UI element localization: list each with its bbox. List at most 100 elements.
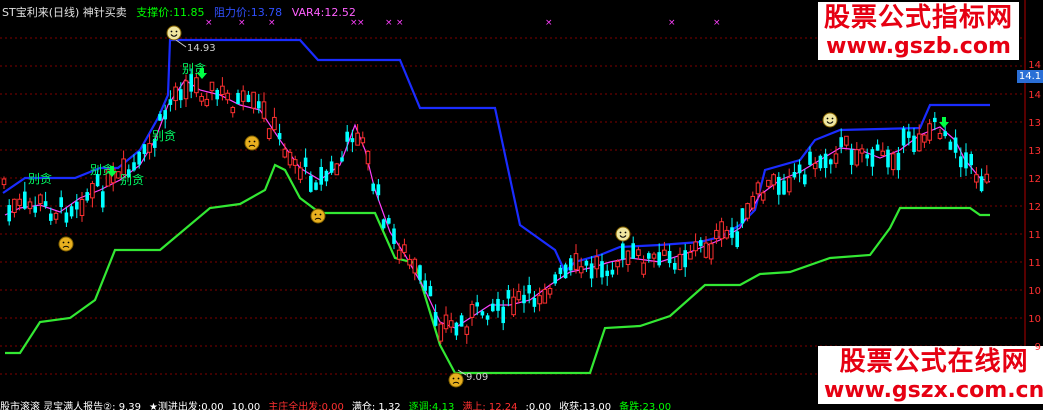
candle-body xyxy=(376,184,381,196)
sad-face-icon xyxy=(310,208,326,224)
candle-body xyxy=(225,92,230,101)
low-price-label: 9.09 xyxy=(466,372,488,383)
axis-tick: 11 xyxy=(1028,258,1041,269)
candle-body xyxy=(558,267,563,275)
candle-body xyxy=(90,183,95,199)
candle-body xyxy=(407,258,412,266)
candle-body xyxy=(823,153,828,168)
candle-body xyxy=(870,149,875,167)
candle-body xyxy=(984,173,990,183)
sad-face-icon xyxy=(58,236,74,252)
candle-body xyxy=(833,153,839,164)
candle-body xyxy=(901,128,906,146)
candle-body xyxy=(636,249,641,256)
footer-item: 股市滚滚 灵宝满人报告②: 9.39 xyxy=(0,402,141,410)
candle-body xyxy=(251,91,256,109)
candle-body xyxy=(448,320,454,328)
candle-body xyxy=(880,150,886,157)
candle-body xyxy=(246,94,251,102)
candle-body xyxy=(173,86,178,102)
candle-body xyxy=(392,228,396,244)
candle-body xyxy=(537,295,542,305)
candle-body xyxy=(387,218,391,224)
candle-body xyxy=(506,290,511,299)
watermark-bottom: 股票公式在线网 www.gszx.com.cn xyxy=(818,346,1043,404)
candle-body xyxy=(199,95,204,102)
candle-body xyxy=(657,252,661,266)
candle-body xyxy=(79,198,85,217)
candle-body xyxy=(578,266,584,274)
candle-body xyxy=(402,244,407,253)
var4-value: VAR4:12.52 xyxy=(291,6,356,19)
candle-body xyxy=(625,250,631,266)
candle-body xyxy=(964,152,968,169)
axis-tick: 13 xyxy=(1028,146,1041,157)
candle-body xyxy=(812,162,818,170)
candle-body xyxy=(912,135,916,152)
candle-body xyxy=(491,303,495,312)
footer-item: 满仓: 1.32 xyxy=(351,402,401,410)
candle-body xyxy=(667,250,672,264)
candle-body xyxy=(974,174,979,183)
candle-body xyxy=(516,291,522,301)
candle-body xyxy=(38,194,43,205)
candle-body xyxy=(423,280,427,291)
smiley-face-icon xyxy=(615,226,631,242)
candle-body xyxy=(859,148,865,154)
candle-body xyxy=(158,114,162,121)
candle-body xyxy=(319,166,323,185)
footer-item: 满上: 12.24 xyxy=(462,402,518,410)
smiley-face-icon xyxy=(166,25,182,41)
candle-body xyxy=(569,258,573,271)
candle-body xyxy=(730,227,734,238)
candle-body xyxy=(651,253,657,259)
candle-body xyxy=(329,161,334,173)
candle-body xyxy=(683,250,687,268)
candle-body xyxy=(829,159,833,165)
candle-body xyxy=(324,170,329,182)
candle-body xyxy=(677,253,683,271)
candle-body xyxy=(890,153,896,171)
candle-body xyxy=(750,195,756,209)
candle-body xyxy=(266,128,272,139)
candle-body xyxy=(511,296,516,316)
candle-body xyxy=(303,157,308,167)
candle-body xyxy=(797,164,802,174)
candle-body xyxy=(215,89,219,100)
candle-body xyxy=(85,192,89,201)
candle-body xyxy=(839,137,843,148)
candle-body xyxy=(209,81,215,92)
candle-body xyxy=(886,149,890,168)
candle-body xyxy=(760,192,766,201)
candle-body xyxy=(334,163,340,176)
candle-body xyxy=(454,322,459,336)
axis-tick: 13 xyxy=(1028,118,1041,129)
sad-face-icon xyxy=(448,372,464,388)
candle-body xyxy=(755,182,761,195)
candle-body xyxy=(428,286,433,297)
watermark-bottom-title: 股票公式在线网 xyxy=(818,346,1043,378)
candle-body xyxy=(183,80,189,100)
sad-face-icon xyxy=(244,135,260,151)
candle-body xyxy=(277,133,282,140)
candle-body xyxy=(803,174,807,185)
candle-body xyxy=(163,110,167,120)
high-price-label: 14.93 xyxy=(187,43,216,54)
resistance-price: 阻力价:13.78 xyxy=(213,6,283,19)
candle-body xyxy=(501,306,505,324)
candle-body xyxy=(64,212,69,223)
candle-body xyxy=(485,315,490,320)
candle-body xyxy=(933,117,937,123)
candle-body xyxy=(433,312,438,326)
bie-tan-label: 别贪 xyxy=(28,171,52,186)
footer-item: :0.00 xyxy=(525,402,552,410)
candle-body xyxy=(662,249,667,256)
signal-x-mark: × xyxy=(713,18,721,28)
candle-body xyxy=(236,92,240,105)
candle-body xyxy=(714,229,719,240)
candle-body xyxy=(23,191,27,209)
candle-body xyxy=(937,132,943,139)
footer-item: 备跌:23.00 xyxy=(619,402,672,410)
candle-body xyxy=(469,304,475,318)
candle-body xyxy=(621,243,625,260)
